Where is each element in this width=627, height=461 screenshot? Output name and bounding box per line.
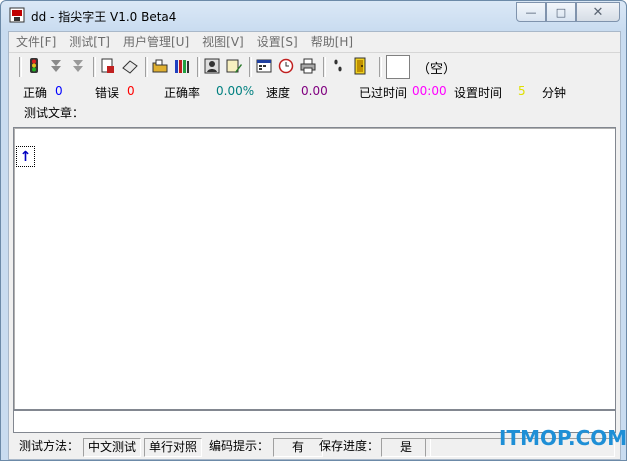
library-button[interactable] (172, 56, 192, 76)
start-button[interactable] (24, 56, 44, 76)
eraser-icon (122, 60, 138, 74)
user-photo-icon (204, 58, 220, 74)
toolbar-separator (323, 57, 326, 77)
save-label: 保存进度： (319, 439, 380, 453)
text-cursor: ↑ (16, 146, 35, 167)
user-button[interactable] (202, 56, 222, 76)
menu-file[interactable]: 文件[F] (9, 32, 62, 52)
set-time-label: 设置时间 (454, 86, 503, 100)
article-label: 测试文章： (24, 106, 85, 120)
books-icon (175, 60, 189, 73)
toolbar-separator (197, 57, 200, 77)
stats-button[interactable] (254, 56, 274, 76)
edit-user-button[interactable] (224, 56, 244, 76)
article-text-area[interactable]: ↑ (13, 127, 616, 410)
new-article-button[interactable] (98, 56, 118, 76)
toolbar: （空） (9, 52, 620, 81)
menu-settings[interactable]: 设置[S] (250, 32, 304, 52)
open-button[interactable] (150, 56, 170, 76)
toolbar-separator (249, 57, 252, 77)
exit-door-icon (354, 57, 366, 75)
up-arrow-icon: ↑ (19, 148, 32, 165)
method-label: 测试方法： (19, 439, 80, 453)
maximize-button[interactable]: □ (546, 2, 576, 22)
pause-button[interactable] (46, 56, 66, 76)
minimize-icon: — (525, 5, 537, 19)
method-value: 中文测试 (83, 438, 142, 457)
elapsed-value: 00:00 (412, 84, 447, 98)
color-picker-box[interactable] (386, 55, 410, 79)
toolbar-separator (93, 57, 96, 77)
encoding-label: 编码提示： (209, 439, 270, 453)
timer-button[interactable] (276, 56, 296, 76)
title-bar[interactable]: dd - 指尖字王 V1.0 Beta4 — □ ✕ (1, 1, 626, 31)
open-folder-icon (152, 59, 168, 73)
window-title: dd - 指尖字王 V1.0 Beta4 (31, 10, 177, 24)
menu-bar: 文件[F] 测试[T] 用户管理[U] 视图[V] 设置[S] 帮助[H] (9, 32, 620, 52)
footprints-icon (334, 59, 342, 72)
clear-button[interactable] (120, 56, 140, 76)
minimize-button[interactable]: — (516, 2, 546, 22)
menu-help[interactable]: 帮助[H] (304, 32, 359, 52)
client-area: 文件[F] 测试[T] 用户管理[U] 视图[V] 设置[S] 帮助[H] （空… (8, 31, 621, 460)
practice-button[interactable] (328, 56, 348, 76)
save-value: 是 (381, 438, 431, 457)
correct-label: 正确 (23, 86, 48, 100)
printer-icon (300, 58, 316, 74)
close-icon: ✕ (592, 4, 604, 20)
stats-bar: 正确 0 错误 0 正确率 0.00% 速度 0.00 已过时间 00:00 设… (9, 82, 620, 100)
document-icon (101, 58, 114, 73)
accuracy-value: 0.00% (216, 84, 255, 98)
correct-value: 0 (55, 84, 63, 98)
toolbar-separator (19, 57, 22, 77)
elapsed-label: 已过时间 (359, 86, 408, 100)
menu-test[interactable]: 测试[T] (62, 32, 116, 52)
close-button[interactable]: ✕ (576, 2, 620, 22)
menu-view[interactable]: 视图[V] (195, 32, 250, 52)
print-button[interactable] (298, 56, 318, 76)
set-time-unit: 分钟 (542, 86, 567, 100)
empty-label: （空） (417, 62, 457, 77)
calendar-icon (256, 59, 272, 73)
speed-label: 速度 (266, 86, 291, 100)
exit-button[interactable] (350, 56, 370, 76)
mode-value: 单行对照 (144, 438, 203, 457)
clock-icon (278, 58, 294, 74)
accuracy-label: 正确率 (164, 86, 201, 100)
app-icon (9, 7, 25, 23)
maximize-icon: □ (555, 5, 567, 19)
down-arrow-gray-icon (51, 60, 61, 72)
edit-user-icon (226, 59, 242, 73)
down-arrow-gray-2-icon (73, 60, 83, 72)
watermark: ITMOP.COM (499, 426, 627, 450)
toolbar-separator (145, 57, 148, 77)
speed-value: 0.00 (301, 84, 328, 98)
toolbar-separator (379, 57, 382, 77)
errors-label: 错误 (95, 86, 120, 100)
errors-value: 0 (127, 84, 135, 98)
menu-user-management[interactable]: 用户管理[U] (116, 32, 195, 52)
set-time-value: 5 (518, 84, 526, 98)
stop-button[interactable] (68, 56, 88, 76)
traffic-light-icon (30, 58, 38, 73)
app-window: dd - 指尖字王 V1.0 Beta4 — □ ✕ 文件[F] 测试[T] 用… (0, 0, 627, 461)
